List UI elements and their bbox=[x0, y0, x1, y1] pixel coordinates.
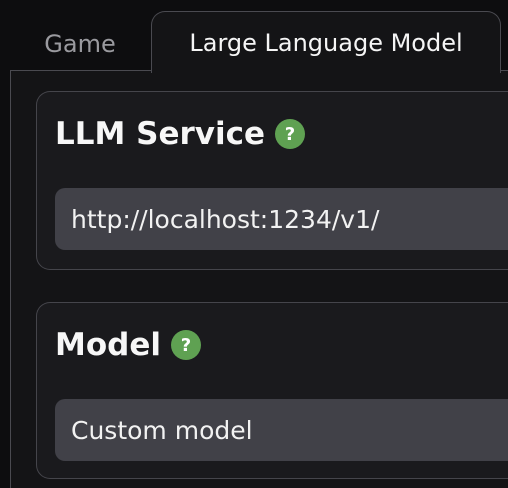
model-select[interactable]: Custom model bbox=[55, 399, 508, 461]
tab-game[interactable]: Game bbox=[10, 18, 150, 70]
llm-service-url-value: http://localhost:1234/v1/ bbox=[71, 204, 380, 234]
tab-large-language-model[interactable]: Large Language Model bbox=[151, 11, 501, 73]
settings-window: Game Large Language Model LLM Service ? … bbox=[0, 0, 508, 488]
model-heading: Model ? bbox=[55, 323, 201, 367]
llm-service-section: LLM Service ? http://localhost:1234/v1/ bbox=[36, 91, 508, 270]
help-glyph: ? bbox=[180, 334, 192, 356]
llm-service-url-input[interactable]: http://localhost:1234/v1/ bbox=[55, 188, 508, 250]
model-title: Model bbox=[55, 327, 161, 363]
tab-game-label: Game bbox=[44, 30, 116, 58]
llm-service-heading: LLM Service ? bbox=[55, 112, 306, 156]
llm-service-title: LLM Service bbox=[55, 116, 266, 152]
question-mark-circle-icon[interactable]: ? bbox=[275, 119, 306, 149]
help-glyph: ? bbox=[284, 123, 296, 145]
model-select-value: Custom model bbox=[71, 415, 253, 445]
tab-llm-label: Large Language Model bbox=[189, 28, 463, 57]
model-section: Model ? Custom model bbox=[36, 302, 508, 479]
question-mark-circle-icon[interactable]: ? bbox=[171, 330, 201, 360]
